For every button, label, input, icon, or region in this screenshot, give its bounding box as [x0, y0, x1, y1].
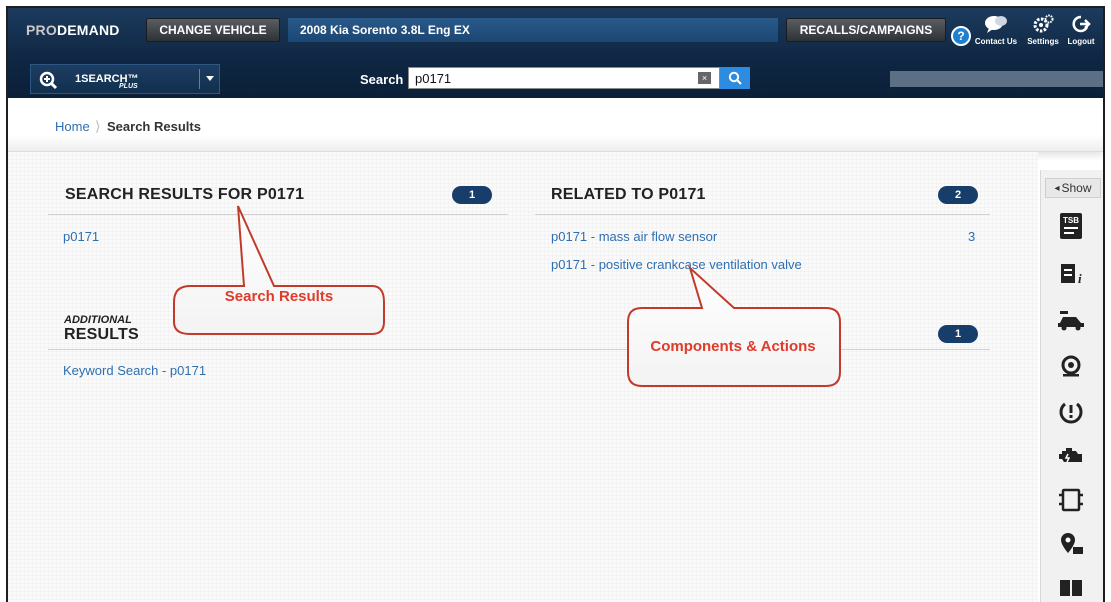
search-result-link[interactable]: p0171	[63, 229, 99, 244]
vehicle-lift-icon	[1058, 311, 1084, 331]
tire-button[interactable]	[1051, 346, 1091, 386]
clear-search-button[interactable]: ×	[698, 72, 711, 84]
settings-label: Settings	[1027, 37, 1059, 46]
components-actions-callout-text: Components & Actions	[650, 338, 816, 355]
related-count-badge: 2	[938, 186, 978, 204]
document-info-icon: i	[1061, 264, 1082, 286]
additional-results-title: RESULTS	[64, 326, 139, 343]
app-window: PRODEMAND CHANGE VEHICLE 2008 Kia Sorent…	[6, 6, 1105, 602]
related-item-count: 3	[968, 229, 976, 244]
logo-demand: DEMAND	[56, 22, 120, 38]
search-plus-icon	[39, 71, 58, 90]
related-item-link[interactable]: p0171 - mass air flow sensor	[551, 229, 717, 244]
show-toolbar-button[interactable]: ◂ Show	[1045, 178, 1101, 198]
engine-icon	[1059, 448, 1082, 463]
chevron-down-icon[interactable]	[205, 73, 215, 83]
search-label: Search	[360, 72, 404, 87]
components-actions-callout	[627, 264, 841, 387]
recalls-campaigns-button[interactable]: RECALLS/CAMPAIGNS	[786, 18, 946, 42]
expand-arrow-icon: ◂	[1054, 182, 1060, 194]
document-info-button[interactable]: i	[1051, 254, 1091, 294]
additional-results-small-label: ADDITIONAL	[64, 314, 132, 326]
search-bar: 1SEARCH™ PLUS Search ×	[8, 58, 1103, 98]
tire-icon	[1061, 355, 1081, 377]
onesearch-dropdown[interactable]: 1SEARCH™ PLUS	[30, 64, 220, 94]
wiring-icon	[1059, 488, 1083, 512]
engine-button[interactable]	[1051, 436, 1091, 476]
side-toolbar: ◂ Show TSB i	[1040, 170, 1102, 602]
location-button[interactable]	[1051, 524, 1091, 564]
keyword-search-link[interactable]: Keyword Search - p0171	[63, 363, 206, 378]
callout-bubble	[173, 205, 385, 335]
chat-icon	[985, 16, 1007, 33]
secondary-search-field[interactable]	[890, 71, 1103, 87]
breadcrumb-separator: ⟩	[95, 118, 101, 134]
manual-book-icon	[1060, 580, 1082, 596]
wiring-button[interactable]	[1051, 480, 1091, 520]
results-area: SEARCH RESULTS FOR P0171 1 p0171 RELATED…	[8, 152, 1038, 602]
tsb-button[interactable]: TSB	[1051, 206, 1091, 246]
search-results-count-badge: 1	[452, 186, 492, 204]
search-results-callout-text: Search Results	[224, 288, 334, 305]
tpms-icon	[1059, 402, 1083, 424]
gear-icon	[1033, 14, 1054, 33]
search-input[interactable]	[408, 67, 720, 89]
prodemand-logo[interactable]: PRODEMAND	[26, 22, 120, 38]
breadcrumb-home-link[interactable]: Home	[55, 119, 90, 134]
additional-results-count-badge: 1	[938, 325, 978, 343]
location-icon	[1061, 533, 1083, 554]
tpms-button[interactable]	[1051, 392, 1091, 432]
svg-text:i: i	[1078, 271, 1082, 286]
logout-label: Logout	[1067, 37, 1095, 46]
vehicle-lift-button[interactable]	[1051, 300, 1091, 340]
change-vehicle-button[interactable]: CHANGE VEHICLE	[146, 18, 280, 42]
manual-button[interactable]	[1051, 568, 1091, 602]
show-label: Show	[1061, 181, 1092, 195]
dropdown-divider	[199, 69, 200, 89]
help-button[interactable]: ?	[951, 26, 971, 46]
breadcrumb: Home ⟩ Search Results	[8, 98, 1103, 152]
contact-us-button[interactable]: Contact Us	[974, 14, 1018, 54]
logout-icon	[1072, 15, 1091, 33]
logo-pro: PRO	[26, 22, 57, 38]
scrollbar[interactable]	[1102, 170, 1103, 602]
breadcrumb-current: Search Results	[107, 119, 201, 134]
search-button[interactable]	[720, 67, 750, 89]
contact-us-label: Contact Us	[974, 37, 1018, 46]
svg-text:TSB: TSB	[1063, 216, 1079, 225]
search-results-callout	[173, 205, 385, 335]
callout-bubble	[627, 264, 841, 387]
vehicle-name: 2008 Kia Sorento 3.8L Eng EX	[288, 18, 778, 42]
top-bar: PRODEMAND CHANGE VEHICLE 2008 Kia Sorent…	[8, 8, 1103, 58]
tsb-icon: TSB	[1060, 213, 1082, 239]
onesearch-plus-label: PLUS	[119, 83, 138, 90]
logout-button[interactable]: Logout	[1059, 14, 1103, 54]
search-icon	[728, 71, 742, 85]
related-title: RELATED TO P0171	[551, 186, 706, 203]
section-divider	[535, 214, 990, 215]
